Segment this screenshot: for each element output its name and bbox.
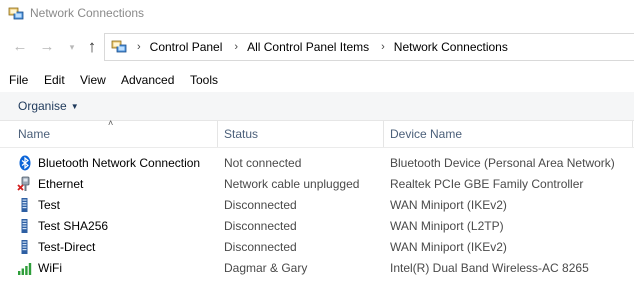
connection-name: Bluetooth Network Connection (38, 156, 201, 170)
list-item[interactable]: Test Disconnected WAN Miniport (IKEv2) (0, 195, 634, 216)
breadcrumb-network-connections[interactable]: Network Connections (394, 40, 508, 54)
command-bar: Organise ▼ (0, 92, 634, 121)
breadcrumb: › Control Panel › All Control Panel Item… (131, 34, 508, 60)
up-arrow-icon[interactable]: ↑ (83, 37, 101, 57)
connection-name: Test-Direct (38, 240, 96, 254)
recent-locations-chevron-icon[interactable]: ▾ (63, 37, 81, 57)
connection-device-name: Bluetooth Device (Personal Area Network) (390, 156, 615, 170)
vpn-icon (21, 219, 28, 233)
chevron-down-icon: ▼ (70, 102, 79, 111)
column-header-name[interactable]: Name (18, 121, 50, 147)
connection-device-name: WAN Miniport (L2TP) (390, 219, 504, 233)
connection-device-name: Realtek PCIe GBE Family Controller (390, 177, 584, 191)
navigation-bar: ← → ▾ ↑ › Control Panel › All Control Pa… (0, 30, 634, 64)
column-header-device-name[interactable]: Device Name (390, 121, 462, 147)
connection-status: Disconnected (224, 198, 297, 212)
list-item[interactable]: Ethernet Network cable unplugged Realtek… (0, 174, 634, 195)
connection-status: Disconnected (224, 240, 297, 254)
connection-name: Ethernet (38, 177, 84, 191)
column-divider[interactable] (632, 121, 633, 147)
breadcrumb-separator[interactable]: › (137, 41, 141, 53)
breadcrumb-control-panel[interactable]: Control Panel (150, 40, 223, 54)
breadcrumb-all-control-panel-items[interactable]: All Control Panel Items (247, 40, 369, 54)
list-item[interactable]: Bluetooth Network Connection Not connect… (0, 153, 634, 174)
column-header-row: ˄ Name Status Device Name (0, 118, 634, 148)
menu-bar: File Edit View Advanced Tools (0, 70, 634, 90)
menu-view[interactable]: View (80, 73, 106, 87)
address-bar[interactable]: › Control Panel › All Control Panel Item… (104, 33, 634, 61)
connection-device-name: WAN Miniport (IKEv2) (390, 240, 507, 254)
column-divider[interactable] (383, 121, 384, 147)
breadcrumb-separator[interactable]: › (381, 41, 385, 53)
breadcrumb-separator[interactable]: › (234, 41, 238, 53)
connection-name: Test SHA256 (38, 219, 109, 233)
menu-edit[interactable]: Edit (44, 73, 65, 87)
window-title: Network Connections (30, 6, 145, 20)
connection-status: Disconnected (224, 219, 297, 233)
organise-label: Organise (18, 99, 67, 113)
network-connections-icon (8, 7, 24, 20)
connection-name: Test (38, 198, 61, 212)
column-header-status[interactable]: Status (224, 121, 258, 147)
connection-device-name: WAN Miniport (IKEv2) (390, 198, 507, 212)
connections-list: Bluetooth Network Connection Not connect… (0, 153, 634, 279)
menu-tools[interactable]: Tools (190, 73, 218, 87)
column-divider[interactable] (217, 121, 218, 147)
control-panel-icon (111, 40, 127, 53)
back-arrow-icon[interactable]: ← (11, 37, 29, 57)
list-item[interactable]: WiFi Dagmar & Gary Intel(R) Dual Band Wi… (0, 258, 634, 279)
forward-arrow-icon[interactable]: → (38, 37, 56, 57)
menu-file[interactable]: File (9, 73, 28, 87)
menu-advanced[interactable]: Advanced (121, 73, 174, 87)
connection-device-name: Intel(R) Dual Band Wireless-AC 8265 (390, 261, 589, 275)
wifi-signal-icon (18, 263, 32, 275)
connection-status: Not connected (224, 156, 302, 170)
vpn-icon (21, 198, 28, 212)
title-bar: Network Connections (0, 0, 634, 28)
connection-name: WiFi (38, 261, 62, 275)
list-item[interactable]: Test-Direct Disconnected WAN Miniport (I… (0, 237, 634, 258)
connection-status: Network cable unplugged (224, 177, 360, 191)
vpn-icon (21, 240, 28, 254)
list-item[interactable]: Test SHA256 Disconnected WAN Miniport (L… (0, 216, 634, 237)
connection-status: Dagmar & Gary (224, 261, 308, 275)
sort-ascending-icon: ˄ (108, 118, 114, 128)
bluetooth-icon (19, 155, 31, 171)
ethernet-disconnected-icon (17, 176, 30, 191)
organise-button[interactable]: Organise ▼ (18, 99, 79, 113)
